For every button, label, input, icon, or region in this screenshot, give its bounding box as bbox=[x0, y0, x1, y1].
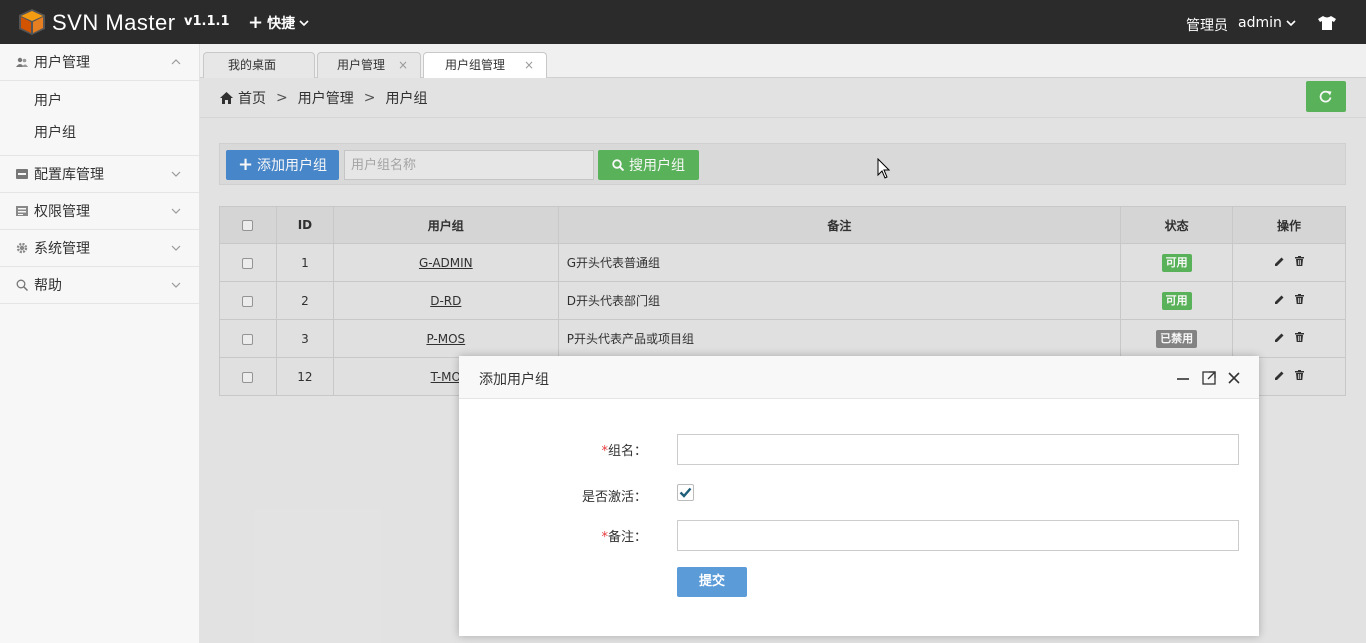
plus-icon: + bbox=[248, 12, 264, 33]
chevron-down-icon bbox=[171, 245, 181, 251]
user-role: 管理员 bbox=[1186, 18, 1228, 34]
gear-icon bbox=[16, 242, 28, 254]
add-user-group-dialog: 添加用户组 *组名： 是否激活： *备注： 提交 bbox=[459, 356, 1259, 636]
quick-menu-button[interactable]: + 快捷 bbox=[248, 13, 309, 33]
user-menu[interactable]: admin bbox=[1238, 15, 1296, 31]
note-label: *备注： bbox=[459, 526, 647, 545]
mouse-cursor-icon bbox=[877, 158, 891, 179]
sidebar-item-permission-management[interactable]: 权限管理 bbox=[0, 193, 199, 230]
search-icon bbox=[16, 279, 28, 291]
note-field[interactable] bbox=[677, 520, 1239, 551]
tab-label: 我的桌面 bbox=[228, 58, 277, 72]
app-version: v1.1.1 bbox=[184, 14, 230, 29]
chevron-down-icon bbox=[299, 19, 309, 26]
dialog-header: 添加用户组 bbox=[459, 356, 1259, 399]
sidebar-item-user-management[interactable]: 用户管理 bbox=[0, 44, 199, 81]
tab-desktop[interactable]: 我的桌面 bbox=[203, 52, 315, 78]
submenu-user-management: 用户 用户组 bbox=[0, 81, 199, 156]
sidebar-item-help[interactable]: 帮助 bbox=[0, 267, 199, 304]
active-checkbox[interactable] bbox=[677, 484, 694, 501]
dialog-title: 添加用户组 bbox=[479, 372, 549, 388]
sidebar-item-label: 系统管理 bbox=[34, 241, 90, 257]
tab-label: 用户管理 bbox=[337, 58, 386, 72]
group-name-label: *组名： bbox=[459, 440, 647, 459]
submit-button[interactable]: 提交 bbox=[677, 567, 747, 597]
chevron-down-icon bbox=[171, 282, 181, 288]
chevron-up-icon bbox=[171, 59, 181, 65]
sidebar-item-label: 权限管理 bbox=[34, 204, 90, 220]
app-name: SVN Master bbox=[52, 10, 176, 35]
tab-user-management[interactable]: 用户管理 × bbox=[317, 52, 421, 78]
sidebar-item-system-management[interactable]: 系统管理 bbox=[0, 230, 199, 267]
top-bar: SVN Master v1.1.1 + 快捷 管理员 admin bbox=[0, 0, 1366, 44]
close-icon[interactable]: × bbox=[524, 53, 534, 77]
note-label-text: 备注： bbox=[607, 530, 647, 545]
sidebar-item-label: 帮助 bbox=[34, 278, 62, 294]
sidebar: 用户管理 用户 用户组 配置库管理 权限管理 系统管理 帮助 bbox=[0, 44, 200, 643]
quick-menu-label: 快捷 bbox=[267, 16, 296, 32]
sidebar-item-users[interactable]: 用户 bbox=[0, 85, 199, 117]
logo-icon bbox=[19, 9, 45, 35]
minimize-icon[interactable] bbox=[1175, 370, 1191, 386]
sidebar-item-label: 用户管理 bbox=[34, 55, 90, 71]
tab-label: 用户组管理 bbox=[445, 58, 506, 72]
username: admin bbox=[1238, 15, 1282, 31]
close-icon[interactable] bbox=[1226, 370, 1242, 386]
checkmark-icon bbox=[679, 487, 692, 498]
permission-icon bbox=[16, 206, 28, 216]
tshirt-icon[interactable] bbox=[1318, 16, 1336, 30]
maximize-icon[interactable] bbox=[1201, 370, 1217, 386]
users-icon bbox=[16, 57, 28, 67]
tab-bar: 我的桌面 用户管理 × 用户组管理 × bbox=[200, 44, 1366, 79]
sidebar-item-user-groups[interactable]: 用户组 bbox=[0, 117, 199, 149]
sidebar-item-label: 配置库管理 bbox=[34, 167, 104, 183]
chevron-down-icon bbox=[171, 171, 181, 177]
tab-user-group-management[interactable]: 用户组管理 × bbox=[423, 52, 547, 79]
sidebar-item-repository-management[interactable]: 配置库管理 bbox=[0, 156, 199, 193]
chevron-down-icon bbox=[171, 208, 181, 214]
active-label: 是否激活： bbox=[581, 490, 647, 505]
chevron-down-icon bbox=[1286, 19, 1296, 26]
repository-icon bbox=[16, 169, 28, 179]
group-name-label-text: 组名： bbox=[607, 444, 647, 459]
group-name-field[interactable] bbox=[677, 434, 1239, 465]
close-icon[interactable]: × bbox=[398, 53, 408, 77]
